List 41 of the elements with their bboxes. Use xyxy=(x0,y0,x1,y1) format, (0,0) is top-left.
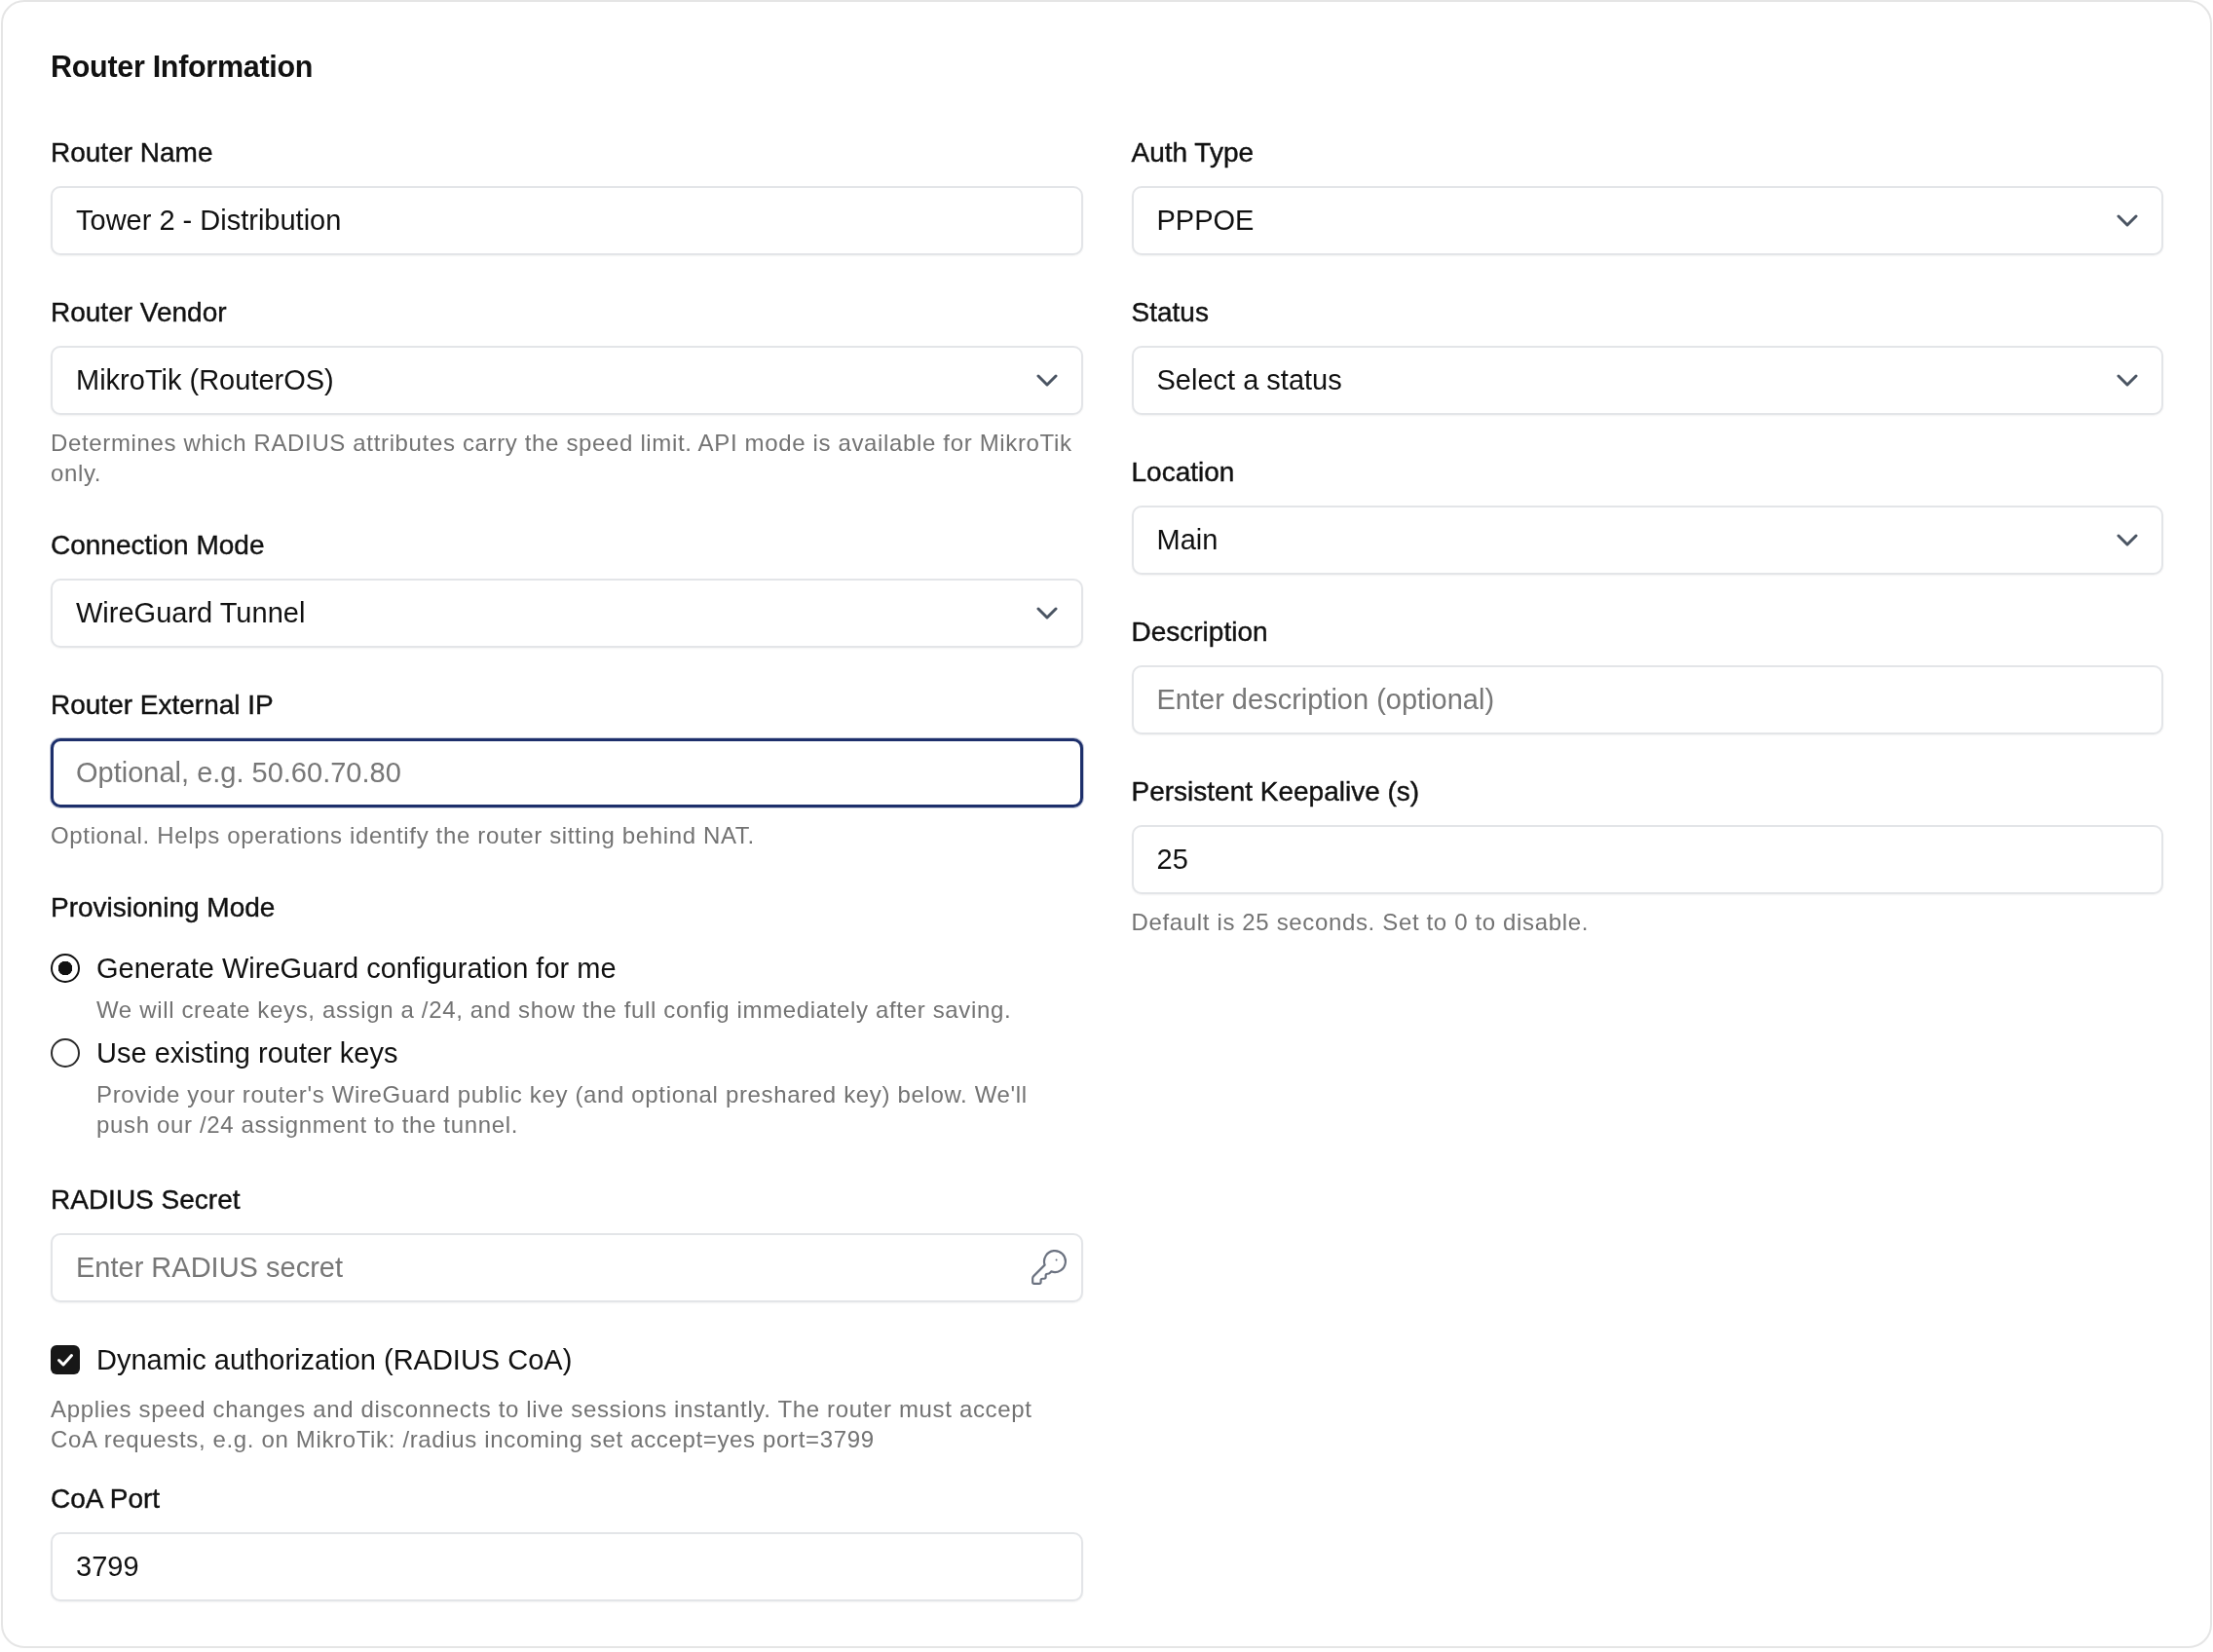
chevron-down-icon xyxy=(1035,607,1058,620)
option-description: Provide your router's WireGuard public key (and optional preshared key) below. We'll push our /24 assignment to the tunnel. xyxy=(96,1080,1029,1140)
field-label: Router External IP xyxy=(51,689,275,722)
field-label: RADIUS Secret xyxy=(51,1183,242,1217)
radio-label: Use existing router keys xyxy=(96,1036,398,1070)
text-input[interactable]: 25 xyxy=(1131,825,2163,894)
select-field[interactable]: Main xyxy=(1131,506,2163,575)
help-text: Default is 25 seconds. Set to 0 to disable. xyxy=(1131,908,1591,937)
field-label: CoA Port xyxy=(51,1483,162,1516)
help-text: Applies speed changes and disconnects to live sessions instantly. The router must accept CoA requests, e.g. on MikroTik: /radius incoming set accept=yes port=3799 xyxy=(51,1395,1033,1454)
field-label: Provisioning Mode xyxy=(51,891,277,924)
text-input[interactable]: 3799 xyxy=(51,1532,1083,1601)
chevron-down-icon xyxy=(2117,534,2138,546)
radio-label: Generate WireGuard configuration for me xyxy=(96,952,617,986)
help-text: Optional. Helps operations identify the router sitting behind NAT. xyxy=(51,821,756,850)
select-field[interactable]: Select a status xyxy=(1131,346,2163,415)
option-description: We will create keys, assign a /24, and show the full config immediately after saving. xyxy=(96,995,1013,1025)
checkbox-label: Dynamic authorization (RADIUS CoA) xyxy=(96,1343,573,1377)
field-label: Connection Mode xyxy=(51,529,266,562)
field-label: Location xyxy=(1131,456,1236,489)
field-label: Description xyxy=(1131,616,1269,649)
key-icon[interactable] xyxy=(1031,1250,1067,1285)
password-field[interactable]: Enter RADIUS secret xyxy=(51,1233,1083,1302)
select-field[interactable]: WireGuard Tunnel xyxy=(51,579,1083,648)
select-field[interactable]: MikroTik (RouterOS) xyxy=(51,346,1083,415)
field-label: Persistent Keepalive (s) xyxy=(1131,775,1421,808)
help-text: Determines which RADIUS attributes carry the speed limit. API mode is available for MikroTik only. xyxy=(51,429,1073,488)
text-input[interactable]: Optional, e.g. 50.60.70.80 xyxy=(51,738,1083,807)
field-label: Router Vendor xyxy=(51,296,228,329)
section-title: Router Information xyxy=(51,49,315,84)
radio-button[interactable] xyxy=(51,954,80,983)
chevron-down-icon xyxy=(1035,374,1058,387)
field-label: Status xyxy=(1131,296,1210,329)
text-input[interactable]: Tower 2 - Distribution xyxy=(51,186,1083,255)
checkbox[interactable] xyxy=(51,1345,80,1374)
field-label: Auth Type xyxy=(1131,136,1256,169)
select-field[interactable]: PPPOE xyxy=(1131,186,2163,255)
radio-button[interactable] xyxy=(51,1038,80,1068)
chevron-down-icon xyxy=(2117,214,2138,227)
field-label: Router Name xyxy=(51,136,214,169)
chevron-down-icon xyxy=(2117,374,2138,387)
